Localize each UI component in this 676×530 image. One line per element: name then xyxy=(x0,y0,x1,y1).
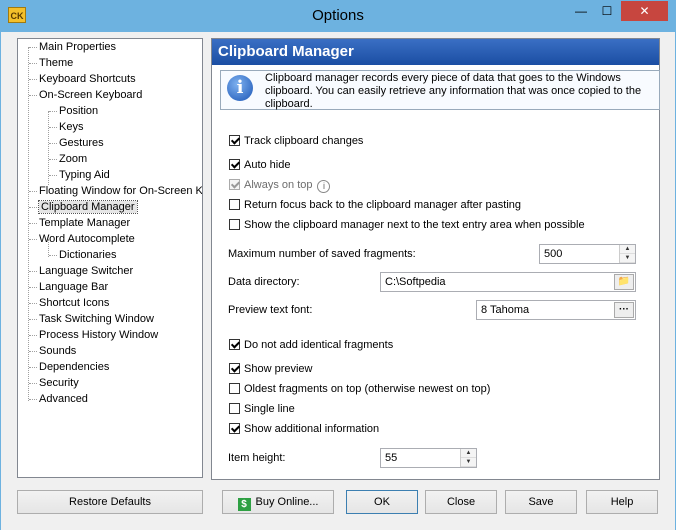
panel-title: Clipboard Manager xyxy=(212,39,659,65)
dollar-icon: $ xyxy=(237,498,251,511)
item-height-input[interactable]: 55 ▲ ▼ xyxy=(380,448,477,468)
preview-font-label: Preview text font: xyxy=(228,304,313,316)
tree-item-keys[interactable]: Keys xyxy=(49,119,83,135)
tree-item-dependencies[interactable]: Dependencies xyxy=(29,359,109,375)
info-circle-icon[interactable]: i xyxy=(317,180,331,193)
tree-item-template-manager[interactable]: Template Manager xyxy=(29,215,130,231)
max-fragments-spinner[interactable]: ▲ ▼ xyxy=(619,245,635,263)
checkbox-box[interactable] xyxy=(229,383,240,394)
always-on-top-checkbox: Always on top i xyxy=(229,177,331,193)
info-box: i Clipboard manager records every piece … xyxy=(220,70,660,110)
ok-button[interactable]: OK xyxy=(346,490,418,514)
font-picker-button[interactable]: ··· xyxy=(614,302,634,318)
tree-item-typing-aid[interactable]: Typing Aid xyxy=(49,167,110,183)
tree-item-security[interactable]: Security xyxy=(29,375,79,391)
tree-item-clipboard-manager[interactable]: Clipboard Manager xyxy=(29,199,138,215)
title-bar: CK Options — ☐ ✕ xyxy=(0,0,676,32)
item-height-label: Item height: xyxy=(228,452,286,464)
show-additional-info-checkbox[interactable]: Show additional information xyxy=(229,421,379,437)
restore-defaults-button[interactable]: Restore Defaults xyxy=(17,490,203,514)
track-clipboard-checkbox[interactable]: Track clipboard changes xyxy=(229,133,363,149)
checkbox-box[interactable] xyxy=(229,135,240,146)
data-directory-label: Data directory: xyxy=(228,276,300,288)
spin-up-icon[interactable]: ▲ xyxy=(620,245,635,254)
checkbox-box[interactable] xyxy=(229,199,240,210)
folder-browse-icon[interactable]: 📁 xyxy=(614,274,634,290)
maximize-button[interactable]: ☐ xyxy=(594,1,620,21)
spin-down-icon[interactable]: ▼ xyxy=(461,458,476,467)
save-button[interactable]: Save xyxy=(505,490,577,514)
tree-item-language-switcher[interactable]: Language Switcher xyxy=(29,263,133,279)
buy-online-button[interactable]: $ Buy Online... xyxy=(222,490,334,514)
tree-item-position[interactable]: Position xyxy=(49,103,98,119)
tree-item-main-properties[interactable]: Main Properties xyxy=(29,39,116,55)
single-line-checkbox[interactable]: Single line xyxy=(229,401,295,417)
info-text: Clipboard manager records every piece of… xyxy=(265,72,642,110)
return-focus-checkbox[interactable]: Return focus back to the clipboard manag… xyxy=(229,197,521,213)
tree-item-zoom[interactable]: Zoom xyxy=(49,151,87,167)
settings-panel: Clipboard Manager i Clipboard manager re… xyxy=(211,38,660,480)
spin-up-icon[interactable]: ▲ xyxy=(461,449,476,458)
tree-item-theme[interactable]: Theme xyxy=(29,55,73,71)
checkbox-box[interactable] xyxy=(229,219,240,230)
tree-item-gestures[interactable]: Gestures xyxy=(49,135,104,151)
no-identical-checkbox[interactable]: Do not add identical fragments xyxy=(229,337,393,353)
info-icon: i xyxy=(227,75,253,101)
auto-hide-checkbox[interactable]: Auto hide xyxy=(229,157,290,173)
tree-item-language-bar[interactable]: Language Bar xyxy=(29,279,108,295)
tree-item-task-switching-window[interactable]: Task Switching Window xyxy=(29,311,154,327)
max-fragments-input[interactable]: 500 ▲ ▼ xyxy=(539,244,636,264)
data-directory-input[interactable]: C:\Softpedia 📁 xyxy=(380,272,636,292)
checkbox-box[interactable] xyxy=(229,363,240,374)
help-button[interactable]: Help xyxy=(586,490,658,514)
oldest-on-top-checkbox[interactable]: Oldest fragments on top (otherwise newes… xyxy=(229,381,490,397)
max-fragments-label: Maximum number of saved fragments: xyxy=(228,248,416,260)
close-window-button[interactable]: ✕ xyxy=(621,1,668,21)
tree-item-sounds[interactable]: Sounds xyxy=(29,343,76,359)
checkbox-box[interactable] xyxy=(229,159,240,170)
checkbox-box xyxy=(229,179,240,190)
tree-item-shortcut-icons[interactable]: Shortcut Icons xyxy=(29,295,109,311)
tree-item-word-autocomplete[interactable]: Word Autocomplete xyxy=(29,231,135,247)
show-preview-checkbox[interactable]: Show preview xyxy=(229,361,312,377)
checkbox-box[interactable] xyxy=(229,403,240,414)
options-tree[interactable]: Main Properties Theme Keyboard Shortcuts… xyxy=(17,38,203,478)
show-next-to-entry-checkbox[interactable]: Show the clipboard manager next to the t… xyxy=(229,217,585,233)
tree-item-dictionaries[interactable]: Dictionaries xyxy=(49,247,116,263)
tree-item-on-screen-keyboard[interactable]: On-Screen Keyboard xyxy=(29,87,142,103)
tree-item-floating-window[interactable]: Floating Window for On-Screen Ke xyxy=(29,183,202,199)
item-height-spinner[interactable]: ▲ ▼ xyxy=(460,449,476,467)
tree-item-process-history-window[interactable]: Process History Window xyxy=(29,327,158,343)
spin-down-icon[interactable]: ▼ xyxy=(620,254,635,263)
tree-item-advanced[interactable]: Advanced xyxy=(29,391,88,407)
close-button[interactable]: Close xyxy=(425,490,497,514)
preview-font-input[interactable]: 8 Tahoma ··· xyxy=(476,300,636,320)
minimize-button[interactable]: — xyxy=(568,1,594,21)
checkbox-box[interactable] xyxy=(229,423,240,434)
checkbox-box[interactable] xyxy=(229,339,240,350)
tree-item-keyboard-shortcuts[interactable]: Keyboard Shortcuts xyxy=(29,71,136,87)
